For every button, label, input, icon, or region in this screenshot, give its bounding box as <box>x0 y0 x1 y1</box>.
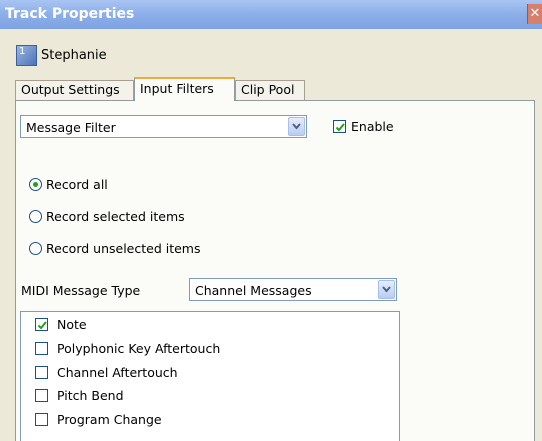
checkmark-icon <box>37 321 47 330</box>
program-change-label: Program Change <box>57 412 162 427</box>
tab-clip-pool[interactable]: Clip Pool <box>235 80 305 100</box>
midi-select-value: Channel Messages <box>195 283 312 298</box>
checkmark-icon <box>335 123 345 132</box>
midi-message-type-select[interactable]: Channel Messages <box>189 278 397 301</box>
channel-aftertouch-label: Channel Aftertouch <box>57 365 178 380</box>
track-icon: 1 <box>16 45 37 66</box>
enable-label: Enable <box>351 119 394 134</box>
tab-label: Clip Pool <box>241 82 295 97</box>
poly-aftertouch-checkbox[interactable] <box>35 342 48 355</box>
tab-output-settings[interactable]: Output Settings <box>15 80 134 100</box>
tab-strip: Output Settings Input Filters Clip Pool <box>15 77 535 101</box>
filter-select[interactable]: Message Filter <box>20 115 307 138</box>
tab-label: Input Filters <box>140 81 214 96</box>
enable-checkbox[interactable] <box>333 120 346 133</box>
record-selected-label: Record selected items <box>46 209 185 224</box>
track-number: 1 <box>19 46 26 57</box>
window-title: Track Properties <box>5 6 135 22</box>
record-unselected-label: Record unselected items <box>46 241 201 256</box>
title-bar: Track Properties ✕ <box>0 0 542 29</box>
note-checkbox[interactable] <box>35 318 48 331</box>
tab-input-filters[interactable]: Input Filters <box>134 77 235 101</box>
radio-dot <box>33 182 38 187</box>
note-label: Note <box>57 317 87 332</box>
record-selected-radio[interactable] <box>29 210 42 223</box>
poly-aftertouch-label: Polyphonic Key Aftertouch <box>57 341 221 356</box>
channel-aftertouch-checkbox[interactable] <box>35 366 48 379</box>
midi-message-type-label: MIDI Message Type <box>21 283 141 298</box>
pitch-bend-label: Pitch Bend <box>57 388 124 403</box>
record-all-label: Record all <box>46 177 108 192</box>
track-name: Stephanie <box>41 48 107 63</box>
pitch-bend-checkbox[interactable] <box>35 389 48 402</box>
close-icon[interactable]: ✕ <box>527 4 542 24</box>
chevron-down-icon[interactable] <box>288 117 305 136</box>
record-unselected-radio[interactable] <box>29 242 42 255</box>
tab-label: Output Settings <box>21 82 120 97</box>
filter-select-value: Message Filter <box>26 120 116 135</box>
record-all-radio[interactable] <box>29 178 42 191</box>
program-change-checkbox[interactable] <box>35 413 48 426</box>
chevron-down-icon[interactable] <box>378 280 395 299</box>
